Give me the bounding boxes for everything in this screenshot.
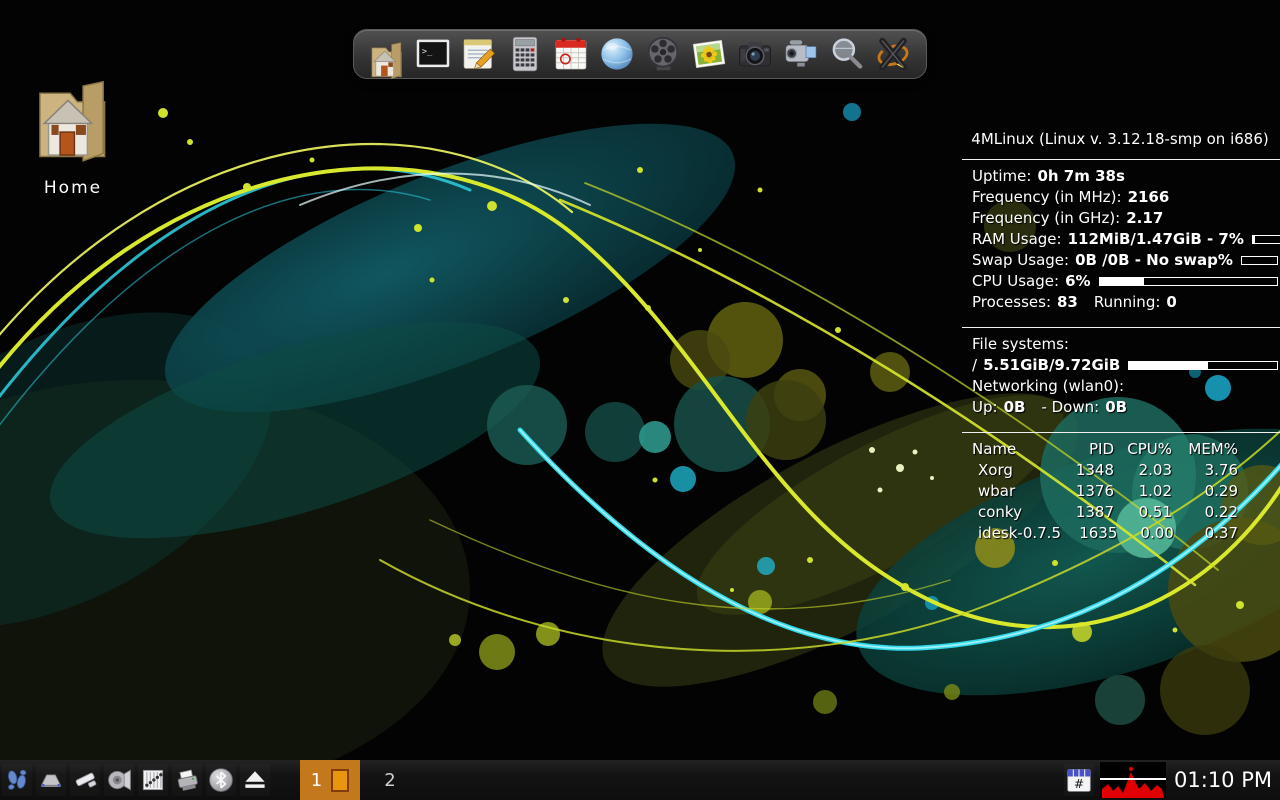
chalk-icon: [71, 766, 99, 794]
touchpad-button[interactable]: [36, 764, 66, 796]
conky-divider: [962, 327, 1280, 328]
dock-item-file-manager[interactable]: [366, 33, 408, 75]
dock-item-search[interactable]: [826, 33, 868, 75]
calculator-icon: [505, 34, 545, 74]
desktop-icon-label: Home: [18, 178, 128, 198]
frequency-ghz-line: Frequency (in GHz): 2.17: [962, 208, 1280, 229]
touchpad-icon: [37, 766, 65, 794]
workspace-2[interactable]: 2: [360, 760, 420, 800]
printer-button[interactable]: [172, 764, 202, 796]
swap-usage-line: Swap Usage: 0B /0B - No swap%: [962, 250, 1280, 271]
process-row: conky 1387 0.51 0.22: [962, 502, 1280, 523]
filesystem-root-line: / 5.51GiB/9.72GiB: [962, 355, 1280, 376]
desktop: { "colors": { "taskbar_bg": "#141414", "…: [0, 0, 1280, 800]
taskbar-tray-left: [0, 760, 272, 800]
dock-item-web[interactable]: [596, 33, 638, 75]
volume-icon: [105, 766, 133, 794]
camcorder-icon: [781, 34, 821, 74]
networking-heading: Networking (wlan0):: [962, 376, 1280, 397]
swap-usage-bar: [1241, 256, 1278, 265]
svg-text:#: #: [1074, 777, 1084, 791]
dock-item-terminal[interactable]: >_: [412, 33, 454, 75]
audio-mixer-icon: [139, 766, 167, 794]
conky-title: 4MLinux (Linux v. 3.12.18-smp on i686): [962, 127, 1280, 150]
footprints-button[interactable]: [2, 764, 32, 796]
taskbar: 1 2 # 01:10 PM: [0, 760, 1280, 800]
chalk-button[interactable]: [70, 764, 100, 796]
dock-item-xorg[interactable]: [872, 33, 914, 75]
terminal-icon: >_: [413, 34, 453, 74]
conky-divider: [962, 432, 1280, 433]
process-row: idesk-0.7.5 1635 0.00 0.37: [962, 523, 1280, 544]
frequency-mhz-line: Frequency (in MHz): 2166: [962, 187, 1280, 208]
file-manager-icon: [366, 34, 408, 88]
workspace-pager: 1 2: [300, 760, 420, 800]
filesystem-root-bar: [1128, 361, 1278, 370]
network-updown-line: Up: 0B - Down: 0B: [962, 397, 1280, 418]
dock-item-camcorder[interactable]: [780, 33, 822, 75]
clock: 01:10 PM: [1174, 768, 1272, 792]
ram-usage-line: RAM Usage: 112MiB/1.47GiB - 7%: [962, 229, 1280, 250]
filesystems-heading: File systems:: [962, 334, 1280, 355]
bluetooth-button[interactable]: [206, 764, 236, 796]
dock-item-video-player[interactable]: [642, 33, 684, 75]
desktop-icon-home[interactable]: Home: [18, 72, 128, 198]
dock-item-text-editor[interactable]: [458, 33, 500, 75]
search-icon: [827, 34, 867, 74]
dock-item-image-viewer[interactable]: [688, 33, 730, 75]
svg-text:>_: >_: [422, 47, 433, 57]
workspace-label: 1: [311, 770, 322, 791]
keyboard-layout-button[interactable]: #: [1064, 764, 1094, 796]
dock-item-calculator[interactable]: [504, 33, 546, 75]
pager-window: [331, 769, 349, 792]
keyboard-layout-icon: #: [1065, 766, 1093, 794]
audio-mixer-button[interactable]: [138, 764, 168, 796]
eject-icon: [241, 766, 269, 794]
printer-icon: [173, 766, 201, 794]
cpu-usage-line: CPU Usage: 6%: [962, 271, 1280, 292]
conky-divider: [962, 159, 1280, 160]
bluetooth-icon: [207, 766, 235, 794]
video-player-icon: [643, 34, 683, 74]
xorg-icon: [873, 34, 913, 74]
camera-icon: [735, 34, 775, 74]
conky-system-monitor: 4MLinux (Linux v. 3.12.18-smp on i686) U…: [962, 127, 1280, 544]
dock-item-camera[interactable]: [734, 33, 776, 75]
web-globe-icon: [597, 34, 637, 74]
volume-button[interactable]: [104, 764, 134, 796]
calendar-icon: [551, 34, 591, 74]
cpu-graph[interactable]: [1100, 762, 1166, 798]
processes-line: Processes: 83 Running: 0: [962, 292, 1280, 313]
text-editor-icon: [459, 34, 499, 74]
taskbar-tray-right: # 01:10 PM: [1062, 760, 1280, 800]
process-row: wbar 1376 1.02 0.29: [962, 481, 1280, 502]
process-table-header: Name PID CPU% MEM%: [962, 439, 1280, 460]
workspace-1[interactable]: 1: [300, 760, 360, 800]
image-viewer-icon: [689, 34, 729, 74]
app-dock: >_: [353, 29, 927, 79]
dock-item-calendar[interactable]: [550, 33, 592, 75]
process-row: Xorg 1348 2.03 3.76: [962, 460, 1280, 481]
cpu-usage-bar: [1099, 277, 1278, 286]
workspace-label: 2: [384, 770, 395, 791]
uptime-line: Uptime: 0h 7m 38s: [962, 166, 1280, 187]
eject-button[interactable]: [240, 764, 270, 796]
home-folder-icon: [27, 72, 119, 172]
footprints-icon: [3, 766, 31, 794]
ram-usage-bar: [1252, 235, 1280, 244]
